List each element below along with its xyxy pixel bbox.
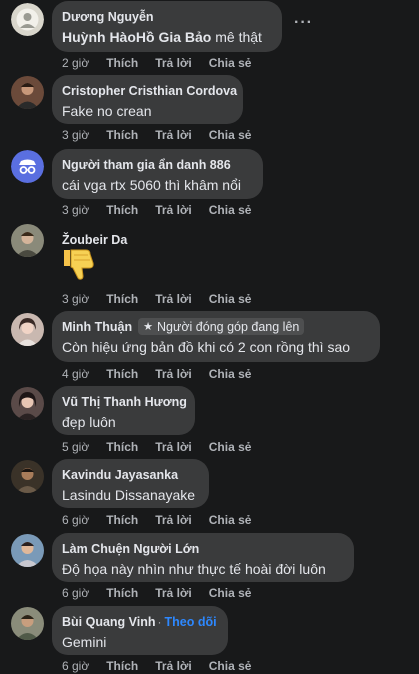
tagged-user[interactable]: Huỳnh HàoHồ Gia Bảo (62, 29, 211, 45)
reply-button[interactable]: Trả lời (155, 56, 192, 70)
reply-button[interactable]: Trả lời (155, 659, 192, 673)
comment-text: Độ họa này nhìn như thực tế hoài đời luô… (62, 561, 326, 577)
share-button[interactable]: Chia sẻ (209, 586, 252, 600)
avatar[interactable] (11, 313, 44, 346)
share-button[interactable]: Chia sẻ (209, 56, 252, 70)
share-button[interactable]: Chia sẻ (209, 440, 252, 454)
author-name[interactable]: Bùi Quang Vinh (62, 615, 156, 629)
share-button[interactable]: Chia sẻ (209, 292, 252, 306)
reply-button[interactable]: Trả lời (155, 586, 192, 600)
like-button[interactable]: Thích (106, 440, 138, 454)
avatar[interactable] (11, 607, 44, 640)
share-button[interactable]: Chia sẻ (209, 367, 252, 381)
author-name[interactable]: Kavindu Jayasanka (62, 468, 178, 482)
rising-contributor-badge[interactable]: ★ Người đóng góp đang lên (138, 318, 305, 335)
comment-bubble: Minh Thuận ★ Người đóng góp đang lên Còn … (52, 311, 380, 362)
author-name[interactable]: Cristopher Cristhian Cordova (62, 84, 237, 98)
comment-time[interactable]: 3 giờ (62, 203, 89, 217)
like-button[interactable]: Thích (106, 586, 138, 600)
comment-bubble: Cristopher Cristhian Cordova Fake no cre… (52, 75, 243, 124)
comment-time[interactable]: 2 giờ (62, 56, 89, 70)
comment-actions: 6 giờ Thích Trả lời Chia sẻ (62, 659, 268, 673)
comment-time[interactable]: 3 giờ (62, 292, 89, 306)
comment-actions: 3 giờ Thích Trả lời Chia sẻ (62, 292, 268, 306)
author-name[interactable]: Žoubeir Da (62, 233, 127, 247)
avatar[interactable] (11, 387, 44, 420)
author-name[interactable]: Minh Thuận (62, 320, 132, 334)
comment-time[interactable]: 3 giờ (62, 128, 89, 142)
comment-text: Còn hiệu ứng bản đồ khi có 2 con rồng th… (62, 339, 351, 355)
star-icon: ★ (143, 321, 153, 333)
comment-text: Fake no crean (62, 103, 152, 119)
comment-text: Lasindu Dissanayake (62, 487, 196, 503)
avatar[interactable] (11, 224, 44, 257)
avatar[interactable] (11, 460, 44, 493)
comment-text: Huỳnh HàoHồ Gia Bảo mê thật (62, 28, 270, 47)
comment-bubble: Bùi Quang Vinh · Theo dõi Gemini (52, 606, 228, 655)
comment-actions: 6 giờ Thích Trả lời Chia sẻ (62, 586, 268, 600)
share-button[interactable]: Chia sẻ (209, 203, 252, 217)
comment-time[interactable]: 6 giờ (62, 513, 89, 527)
comment-bubble: Làm Chuện Người Lớn Độ họa này nhìn như … (52, 533, 354, 582)
more-options-icon[interactable]: ··· (294, 15, 313, 31)
reply-button[interactable]: Trả lời (155, 203, 192, 217)
thumbs-down-sticker (60, 246, 98, 287)
like-button[interactable]: Thích (106, 367, 138, 381)
share-button[interactable]: Chia sẻ (209, 513, 252, 527)
reply-button[interactable]: Trả lời (155, 513, 192, 527)
avatar[interactable] (11, 3, 44, 36)
like-button[interactable]: Thích (106, 203, 138, 217)
comment-bubble: Người tham gia ẩn danh 886 cái vga rtx 5… (52, 149, 263, 199)
comment-actions: 6 giờ Thích Trả lời Chia sẻ (62, 513, 268, 527)
comment-text-rest: mê thật (211, 29, 262, 45)
avatar[interactable] (11, 534, 44, 567)
reply-button[interactable]: Trả lời (155, 292, 192, 306)
badge-label: Người đóng góp đang lên (157, 319, 300, 334)
like-button[interactable]: Thích (106, 659, 138, 673)
author-name[interactable]: Làm Chuện Người Lớn (62, 542, 199, 556)
reply-button[interactable]: Trả lời (155, 128, 192, 142)
avatar[interactable] (11, 76, 44, 109)
reply-button[interactable]: Trả lời (155, 367, 192, 381)
comment-actions: 3 giờ Thích Trả lời Chia sẻ (62, 203, 268, 217)
comment-actions: 4 giờ Thích Trả lời Chia sẻ (62, 367, 268, 381)
comment-time[interactable]: 6 giờ (62, 586, 89, 600)
like-button[interactable]: Thích (106, 513, 138, 527)
comment-time[interactable]: 6 giờ (62, 659, 89, 673)
share-button[interactable]: Chia sẻ (209, 128, 252, 142)
author-name[interactable]: Vũ Thị Thanh Hương (62, 395, 187, 409)
comment-text: cái vga rtx 5060 thì khâm nổi (62, 177, 241, 193)
author-name[interactable]: Dương Nguyễn (62, 10, 154, 24)
anonymous-avatar (11, 150, 44, 183)
comment-actions: 2 giờ Thích Trả lời Chia sẻ (62, 56, 268, 70)
comment-bubble: Kavindu Jayasanka Lasindu Dissanayake (52, 459, 209, 508)
comment-actions: 3 giờ Thích Trả lời Chia sẻ (62, 128, 268, 142)
comment-time[interactable]: 5 giờ (62, 440, 89, 454)
follow-button[interactable]: Theo dõi (165, 615, 217, 629)
comment-bubble: Vũ Thị Thanh Hương đẹp luôn (52, 386, 195, 435)
like-button[interactable]: Thích (106, 292, 138, 306)
comment-text: Gemini (62, 634, 107, 650)
separator-dot: · (157, 614, 162, 629)
comment-text: đẹp luôn (62, 414, 116, 430)
share-button[interactable]: Chia sẻ (209, 659, 252, 673)
comment-actions: 5 giờ Thích Trả lời Chia sẻ (62, 440, 268, 454)
comment-time[interactable]: 4 giờ (62, 367, 89, 381)
reply-button[interactable]: Trả lời (155, 440, 192, 454)
like-button[interactable]: Thích (106, 128, 138, 142)
comment-bubble: Dương Nguyễn Huỳnh HàoHồ Gia Bảo mê thật (52, 1, 282, 52)
author-name[interactable]: Người tham gia ẩn danh 886 (62, 158, 231, 172)
like-button[interactable]: Thích (106, 56, 138, 70)
